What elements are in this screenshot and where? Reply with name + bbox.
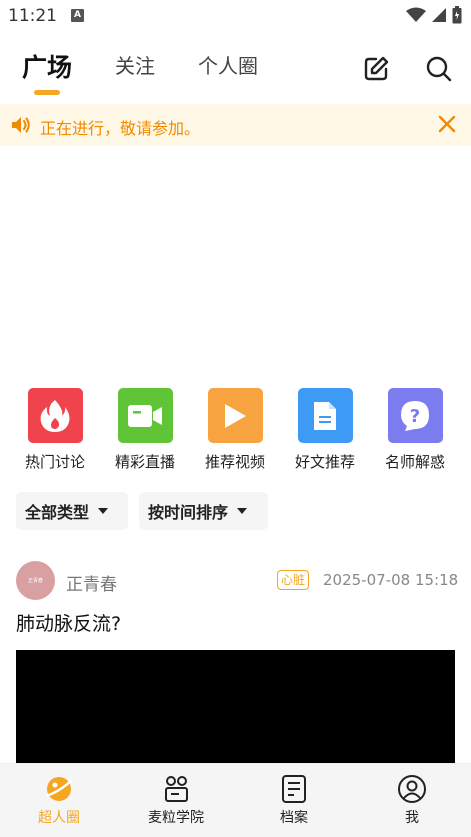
feature-label: 精彩直播 [114,453,175,471]
document-icon [297,388,353,443]
people-board-icon [165,776,188,802]
type-filter-label: 全部类型 [25,503,90,522]
feature-recommended-article[interactable]: 好文推荐 [285,388,365,472]
tab-personal-circle[interactable]: 个人圈 [198,50,258,79]
bottom-nav: 超人圈 麦粒学院 档案 我 [0,763,471,837]
play-icon [207,388,263,443]
notice-text: 正在进行，敬请参加。 [40,119,201,138]
status-time: 11:21 [8,6,57,26]
file-list-icon [282,775,306,803]
post-title[interactable]: 肺动脉反流? [16,609,121,636]
video-camera-icon [117,388,173,443]
post-time: 2025-07-08 15:18 [323,571,459,589]
avatar-text: 正青春 [27,578,43,584]
feature-shortcuts: 热门讨论 精彩直播 推荐视频 好文推荐 ? 名师解惑 [0,388,471,478]
post-tag: 心脏 [277,570,310,590]
feature-recommended-video[interactable]: 推荐视频 [195,388,275,472]
nav-superman-circle[interactable]: 超人圈 [9,774,109,827]
notification-icon: A [71,9,84,22]
caret-down-icon [237,508,248,514]
status-bar: 11:21 A [0,0,471,32]
feature-live-stream[interactable]: 精彩直播 [105,388,185,472]
nav-label: 档案 [280,810,308,826]
close-icon[interactable] [437,114,457,134]
feature-hot-discussion[interactable]: 热门讨论 [15,388,95,472]
tab-follow[interactable]: 关注 [115,50,155,79]
nav-label: 麦粒学院 [148,810,204,826]
user-icon [398,775,426,803]
post-author[interactable]: 正青春 [66,570,117,595]
nav-archive[interactable]: 档案 [244,774,344,827]
type-filter-dropdown[interactable]: 全部类型 [16,492,128,530]
post-video[interactable] [16,650,455,765]
nav-academy[interactable]: 麦粒学院 [126,774,226,827]
planet-icon [45,777,73,801]
nav-label: 我 [405,810,419,826]
active-tab-indicator [34,90,60,95]
battery-icon [452,6,462,24]
notice-bar: 正在进行，敬请参加。 [0,104,471,146]
feature-label: 推荐视频 [204,453,265,471]
flame-icon [27,388,83,443]
signal-icon [432,8,446,22]
speaker-icon [12,117,30,133]
feature-expert-qa[interactable]: ? 名师解惑 [375,388,455,472]
compose-button[interactable] [359,52,393,86]
avatar[interactable]: 正青春 [16,561,55,600]
sort-filter-label: 按时间排序 [148,503,229,522]
tab-square[interactable]: 广场 [22,48,72,84]
wifi-icon [406,7,426,22]
nav-me[interactable]: 我 [362,774,462,827]
svg-text:?: ? [410,406,420,427]
feature-label: 好文推荐 [294,453,355,471]
sort-filter-dropdown[interactable]: 按时间排序 [139,492,268,530]
status-icons [406,6,462,24]
feature-label: 热门讨论 [24,453,85,471]
search-icon [426,56,452,82]
search-button[interactable] [422,52,456,86]
nav-label: 超人圈 [38,810,80,826]
question-icon: ? [387,388,443,443]
edit-icon [364,56,389,81]
feature-label: 名师解惑 [384,453,445,471]
top-nav: 广场 关注 个人圈 [0,32,471,104]
caret-down-icon [98,508,109,514]
